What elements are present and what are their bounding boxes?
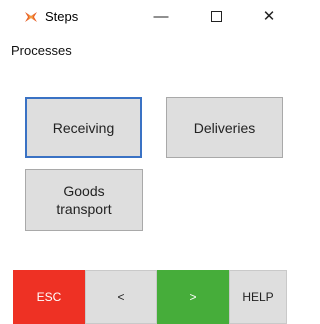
tile-goods-transport[interactable]: Goods transport xyxy=(25,169,143,231)
tile-label: Goods transport xyxy=(56,183,112,217)
help-button[interactable]: HELP xyxy=(229,270,287,324)
previous-label: < xyxy=(117,290,125,304)
previous-button[interactable]: < xyxy=(85,270,157,324)
next-label: > xyxy=(189,290,197,304)
esc-button[interactable]: ESC xyxy=(13,270,85,324)
tile-label: Receiving xyxy=(52,119,115,136)
next-button[interactable]: > xyxy=(157,270,229,324)
window-title: Steps xyxy=(45,9,79,24)
title-bar: Steps — ✕ xyxy=(0,0,287,32)
close-button[interactable]: ✕ xyxy=(251,0,287,32)
maximize-icon xyxy=(210,10,222,22)
tile-label: Deliveries xyxy=(193,119,256,136)
minimize-icon: — xyxy=(153,7,169,25)
app-window: Steps — ✕ Processes Receiving Deliveries… xyxy=(0,0,287,324)
maximize-button[interactable] xyxy=(198,0,234,32)
steps-app-icon xyxy=(24,10,38,22)
minimize-button[interactable]: — xyxy=(143,0,179,32)
help-label: HELP xyxy=(242,290,274,304)
section-label-processes: Processes xyxy=(11,43,72,58)
tile-receiving[interactable]: Receiving xyxy=(25,97,142,158)
esc-label: ESC xyxy=(36,290,62,304)
close-icon: ✕ xyxy=(262,8,276,25)
tile-deliveries[interactable]: Deliveries xyxy=(166,97,283,158)
